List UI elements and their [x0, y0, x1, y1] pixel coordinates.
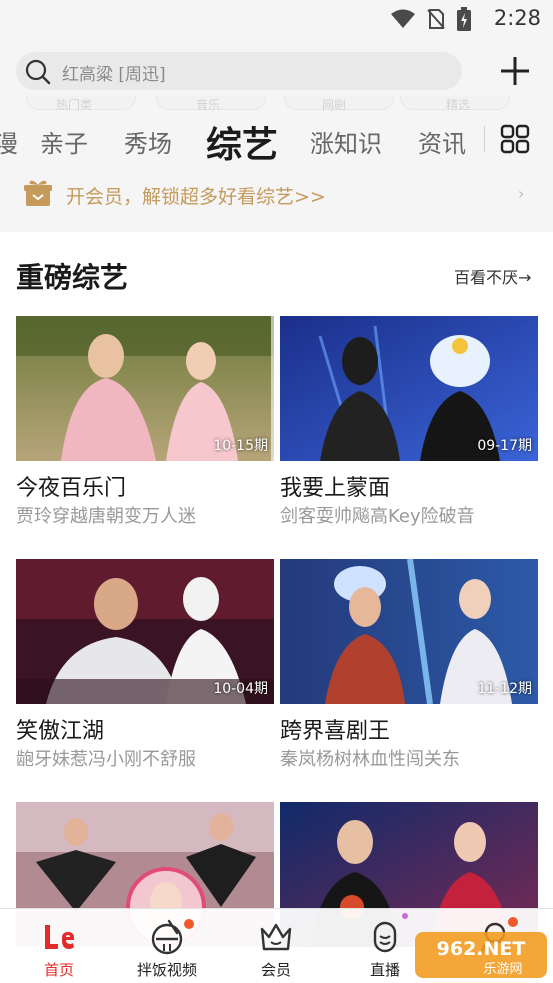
video-title: 笑傲江湖 [16, 719, 105, 744]
tab-news[interactable]: 资讯 [418, 124, 466, 159]
nav-label: 会员 [260, 961, 291, 979]
video-subtitle: 剑客耍帅飚高Key险破音 [280, 506, 475, 527]
section-title: 重磅综艺 [16, 261, 129, 294]
bowl-icon [151, 919, 183, 955]
category-tabs: 漫 亲子 秀场 综艺 涨知识 资讯 [0, 116, 553, 166]
wifi-icon [391, 9, 415, 28]
video-subtitle: 贾玲穿越唐朝变万人迷 [16, 506, 196, 527]
vip-banner[interactable]: 开会员，解锁超多好看综艺>> › [0, 172, 553, 216]
battery-charging-icon [457, 7, 471, 31]
video-card[interactable]: 10-04期 笑傲江湖 龅牙妹惹冯小刚不舒服 [16, 559, 274, 770]
ghost-label: 精选 [446, 98, 471, 112]
tab-knowledge[interactable]: 涨知识 [310, 124, 382, 159]
le-logo-icon [45, 925, 74, 949]
live-icon [373, 921, 397, 953]
video-thumbnail: 10-04期 [16, 559, 274, 704]
video-subtitle: 龅牙妹惹冯小刚不舒服 [16, 749, 196, 770]
video-thumbnail: 10-15期 [16, 316, 274, 461]
ghost-label: 网剧 [322, 98, 347, 112]
tab-parenting[interactable]: 亲子 [40, 124, 88, 159]
video-thumbnail: 09-17期 [280, 316, 538, 461]
watermark-sub-text: 乐游网 [483, 962, 522, 977]
tab-variety[interactable]: 综艺 [206, 116, 278, 168]
search-input[interactable]: 红高粱 [周迅] [16, 52, 462, 90]
tab-parenting-partial[interactable]: 漫 [0, 124, 18, 159]
nav-label: 拌饭视频 [136, 961, 197, 979]
search-icon [25, 59, 51, 85]
nav-label: 首页 [43, 961, 74, 979]
grid-menu-icon[interactable] [500, 124, 530, 154]
video-title: 今夜百乐门 [16, 476, 127, 501]
gift-icon [24, 180, 52, 206]
ghost-label: 音乐 [196, 98, 221, 112]
status-icons [391, 7, 471, 31]
episode-label: 09-17期 [477, 438, 532, 454]
crown-icon [260, 923, 292, 951]
tab-shows[interactable]: 秀场 [124, 124, 172, 159]
video-thumbnail: 11-12期 [280, 559, 538, 704]
video-card[interactable]: 09-17期 我要上蒙面 剑客耍帅飚高Key险破音 [280, 316, 538, 527]
nav-vip[interactable]: 会员 [221, 909, 331, 983]
tab-divider [484, 126, 485, 152]
add-button[interactable] [498, 54, 532, 88]
video-title: 我要上蒙面 [280, 476, 391, 501]
episode-label: 11-12期 [477, 681, 532, 697]
vip-banner-text: 开会员，解锁超多好看综艺>> [66, 186, 326, 208]
nav-bowl-video[interactable]: 拌饭视频 [112, 909, 222, 983]
video-card[interactable]: 10-15期 今夜百乐门 贾玲穿越唐朝变万人迷 [16, 316, 274, 527]
section-more-link[interactable]: 百看不厌→ [454, 264, 531, 288]
search-placeholder: 红高粱 [周迅] [62, 65, 166, 85]
nav-home[interactable]: 首页 [4, 909, 114, 983]
notification-dot [184, 919, 194, 929]
watermark-main-text: 962.NET [437, 938, 526, 960]
video-subtitle: 秦岚杨树林血性闯关东 [280, 749, 460, 770]
video-card[interactable]: 11-12期 跨界喜剧王 秦岚杨树林血性闯关东 [280, 559, 538, 770]
chevron-right-icon: › [518, 184, 525, 203]
status-bar: 2:28 [0, 0, 553, 36]
sparkle-dot [402, 913, 408, 919]
ghost-category-row: 热门类 音乐 网剧 精选 [0, 96, 553, 118]
no-sim-icon [427, 9, 445, 29]
ghost-label: 热门类 [56, 98, 93, 112]
top-area: 红高粱 [周迅] 热门类 音乐 网剧 精选 漫 亲子 秀场 综艺 涨知识 资讯 [0, 36, 553, 232]
episode-label: 10-04期 [213, 681, 268, 697]
notification-dot [508, 917, 518, 927]
episode-label: 10-15期 [213, 438, 268, 454]
video-title: 跨界喜剧王 [280, 719, 391, 744]
status-time: 2:28 [493, 6, 541, 30]
site-watermark-logo: 962.NET 乐游网 [415, 932, 547, 978]
